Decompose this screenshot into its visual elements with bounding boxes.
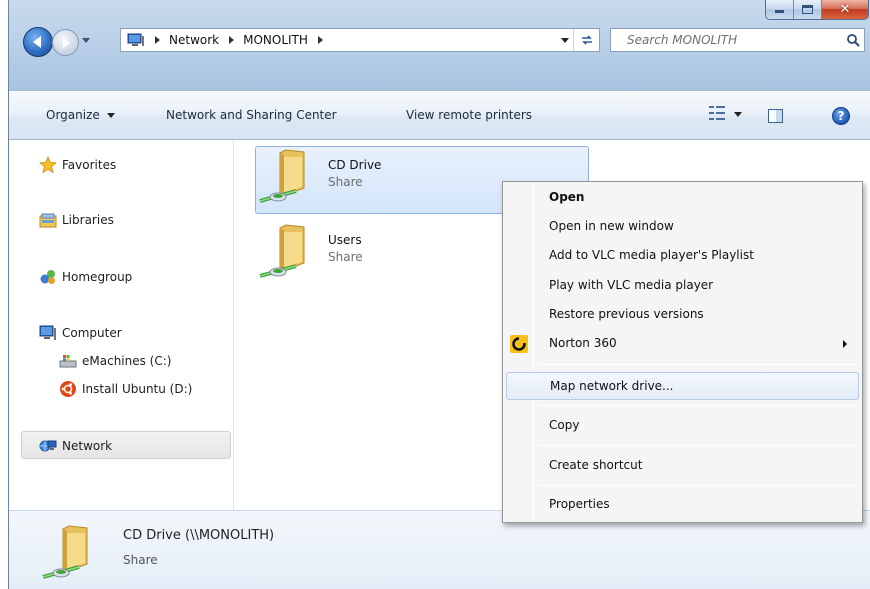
nav-item-libraries[interactable]: Libraries xyxy=(39,211,114,229)
nav-item-drive-d[interactable]: Install Ubuntu (D:) xyxy=(59,380,192,398)
network-sharing-center-button[interactable]: Network and Sharing Center xyxy=(166,108,337,122)
command-bar: Organize Network and Sharing Center View… xyxy=(9,90,870,140)
close-icon: ✕ xyxy=(839,2,851,17)
nav-item-computer[interactable]: Computer xyxy=(39,324,122,342)
item-name: Users xyxy=(328,233,362,247)
chevron-down-icon xyxy=(106,113,115,118)
search-box[interactable] xyxy=(610,28,865,52)
recent-pages-dropdown[interactable] xyxy=(82,38,90,43)
menu-item-properties[interactable]: Properties xyxy=(506,492,859,518)
item-name: CD Drive xyxy=(328,158,382,172)
forward-arrow-icon xyxy=(63,37,70,48)
nav-item-homegroup[interactable]: Homegroup xyxy=(39,268,132,286)
item-type: Share xyxy=(328,175,363,189)
breadcrumb-separator[interactable] xyxy=(155,36,160,44)
submenu-arrow-icon xyxy=(843,340,847,348)
details-item-name: CD Drive (\\MONOLITH) xyxy=(123,528,275,543)
network-icon xyxy=(39,437,57,455)
explorer-window: ✕ Network MONOLITH Search MONOLITH Organ… xyxy=(8,0,870,589)
computer-icon xyxy=(39,324,57,342)
minimize-button[interactable] xyxy=(766,0,794,19)
menu-item-create-shortcut[interactable]: Create shortcut xyxy=(506,453,859,479)
nav-item-favorites[interactable]: Favorites xyxy=(39,156,116,174)
search-input[interactable] xyxy=(627,30,842,50)
shared-folder-icon xyxy=(259,149,305,203)
star-icon xyxy=(39,156,57,174)
menu-separator xyxy=(538,405,856,406)
menu-item-add-vlc-playlist[interactable]: Add to VLC media player's Playlist xyxy=(506,243,859,269)
minimize-icon xyxy=(775,7,784,13)
menu-separator xyxy=(538,445,856,446)
nav-item-network[interactable]: Network xyxy=(39,437,112,455)
search-icon[interactable] xyxy=(842,29,864,51)
preview-pane-button[interactable] xyxy=(768,109,783,123)
maximize-icon xyxy=(802,5,813,14)
maximize-button[interactable] xyxy=(794,0,822,19)
help-button[interactable]: ? xyxy=(832,107,850,125)
menu-item-norton[interactable]: Norton 360 xyxy=(506,331,859,357)
libraries-icon xyxy=(39,211,57,229)
forward-button[interactable] xyxy=(52,29,79,56)
menu-item-copy[interactable]: Copy xyxy=(506,413,859,439)
organize-button[interactable]: Organize xyxy=(46,108,115,122)
shared-folder-icon xyxy=(42,525,88,579)
caption-buttons: ✕ xyxy=(765,0,869,20)
breadcrumb-separator[interactable] xyxy=(317,36,323,44)
change-view-button[interactable] xyxy=(709,106,742,122)
menu-item-restore-versions[interactable]: Restore previous versions xyxy=(506,302,859,328)
views-icon xyxy=(709,106,725,122)
chevron-down-icon xyxy=(734,111,742,117)
menu-item-open-new-window[interactable]: Open in new window xyxy=(506,214,859,240)
navigation-pane: Favorites Libraries Homegroup Computer e xyxy=(9,140,234,510)
menu-separator xyxy=(538,364,856,365)
menu-separator xyxy=(538,485,856,486)
shared-folder-icon xyxy=(259,224,305,278)
menu-item-map-drive[interactable]: Map network drive... xyxy=(506,372,859,400)
nav-item-drive-c[interactable]: eMachines (C:) xyxy=(59,352,171,370)
address-bar[interactable]: Network MONOLITH xyxy=(120,28,600,52)
menu-item-play-vlc[interactable]: Play with VLC media player xyxy=(506,273,859,299)
refresh-button[interactable] xyxy=(573,29,599,51)
context-menu: Open Open in new window Add to VLC media… xyxy=(502,181,863,523)
view-remote-printers-button[interactable]: View remote printers xyxy=(406,108,532,122)
item-type: Share xyxy=(328,250,363,264)
breadcrumb-monolith[interactable]: MONOLITH xyxy=(243,33,308,47)
norton-icon xyxy=(510,335,528,353)
breadcrumb-separator[interactable] xyxy=(229,36,235,44)
address-dropdown-icon[interactable] xyxy=(561,38,569,43)
back-arrow-icon xyxy=(32,36,41,48)
close-button[interactable]: ✕ xyxy=(822,0,868,19)
menu-item-open[interactable]: Open xyxy=(506,185,859,211)
details-item-type: Share xyxy=(123,553,158,567)
breadcrumb-network[interactable]: Network xyxy=(169,33,219,47)
refresh-icon xyxy=(581,35,592,45)
ubuntu-icon xyxy=(59,380,77,398)
homegroup-icon xyxy=(39,268,57,286)
hard-drive-icon xyxy=(59,352,77,370)
back-button[interactable] xyxy=(23,27,53,57)
title-bar: ✕ Network MONOLITH xyxy=(9,0,870,90)
computer-icon xyxy=(127,33,144,46)
